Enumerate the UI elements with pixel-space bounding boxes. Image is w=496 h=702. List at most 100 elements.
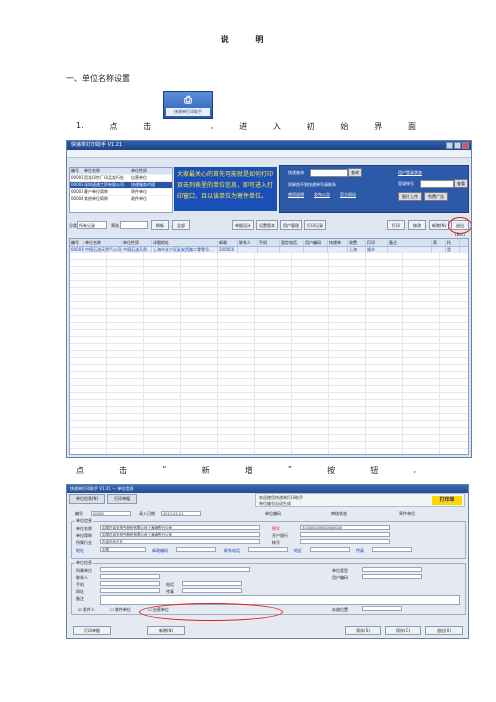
save-button[interactable]: 保存(S) [345, 626, 381, 635]
phone-field[interactable] [248, 547, 288, 552]
sender-checkbox[interactable]: ☑ 发件人 [78, 607, 95, 613]
web-field[interactable] [100, 588, 160, 593]
mobile-field[interactable] [100, 581, 160, 586]
name-label: 单位名称 [76, 526, 92, 531]
notes-field[interactable] [100, 595, 460, 605]
bank-label: 开户银行 [272, 533, 288, 538]
column-header: 固定电话 [280, 239, 304, 246]
exit-button[interactable]: 退出(X) [425, 626, 463, 635]
notice-link[interactable]: 发布公告 [314, 192, 330, 198]
table-row[interactable]: 00004 其他单位简称 收件单位 [70, 195, 172, 202]
unit-field[interactable] [100, 567, 250, 572]
account-field[interactable] [300, 539, 390, 544]
tax-label: 税号 [272, 526, 280, 531]
search-button[interactable]: 查询 [348, 168, 362, 177]
website-link[interactable]: 官方网站 [340, 192, 356, 198]
tel-field[interactable] [182, 581, 242, 586]
type-label: 寄件单位 [399, 511, 415, 516]
edit-button[interactable]: 修改 [408, 220, 426, 230]
short-name-field[interactable]: 中国石油天然气股份有限公司上海销售分公司 [100, 532, 260, 537]
save-close-button[interactable]: 保存(C) [385, 626, 421, 635]
step-2-instruction: 点 击 “ 新 增 ” 按 钮 , [76, 465, 416, 476]
region-field[interactable] [310, 547, 350, 552]
phone-label: 联系电话 [224, 548, 240, 553]
highlight-circle [139, 603, 283, 621]
step-text: 增 [244, 466, 253, 475]
cell: 00002 [71, 182, 83, 187]
table-row[interactable]: 00001 西北印钞厂印品发行处 自营单位 [70, 174, 172, 181]
user-code-label: 用户编码 [332, 575, 348, 580]
new-button[interactable]: 新增(N) [429, 220, 449, 230]
refresh-button[interactable]: 刷新 [151, 220, 169, 230]
region-label: 地区 [294, 548, 302, 553]
menu-bar [67, 150, 471, 158]
section-caption: 单位信息 [75, 560, 93, 566]
users-button[interactable]: 用户管理 [280, 220, 302, 230]
step-text: , [413, 465, 416, 474]
fax2-field[interactable] [182, 588, 242, 593]
name-field[interactable]: 中国石油天然气股份有限公司上海销售分公司 [100, 525, 260, 530]
tax-field[interactable]: 310000000000000000 [300, 525, 390, 530]
date-field[interactable]: 2013-02-21 [161, 511, 201, 516]
address-field[interactable]: 中国 [100, 547, 146, 552]
bank-field[interactable] [300, 532, 390, 537]
upload-button[interactable]: 图片上传 [398, 192, 422, 201]
number-field[interactable]: 00001 [91, 511, 131, 516]
user-code-field[interactable] [362, 574, 422, 579]
account-input[interactable] [420, 180, 454, 188]
fax-field[interactable] [372, 547, 412, 552]
column-header: 备注 [388, 239, 432, 246]
tab-unit-info[interactable]: 单位信息(N) [69, 494, 106, 504]
print-button[interactable]: 打印 [387, 220, 405, 230]
show-all-button[interactable]: 全部 [172, 220, 190, 230]
new-button[interactable]: 新增(N) [147, 626, 185, 635]
record-meta-row: 编号 00001 录入日期 2013-02-21 单位编码 审核状态 寄件单位 [69, 509, 467, 518]
step-text: 进 [239, 122, 248, 131]
cell: 其他单位简称 [84, 196, 108, 201]
section-caption: 单位信息 [75, 518, 93, 524]
edit-dialog-screenshot: 快递单打印助手 V1.21 — 单位信息 单位信息(N) 打印单据 欢迎使用快递… [66, 484, 469, 639]
category-select[interactable]: 所有记录 [77, 221, 107, 229]
print-bill-button[interactable]: 打印单据 [73, 626, 111, 635]
tab-print[interactable]: 打印单据 [107, 494, 138, 504]
unit-type-field[interactable] [362, 567, 422, 572]
table-row[interactable]: 00003 客户单位简称 寄件单位 [70, 188, 172, 195]
print-log-button[interactable]: 打印记录 [304, 220, 326, 230]
records-grid: 编号 单位名称 单位性质 详细地址 邮政 联系人 手机 固定电话 用户编码 快递… [69, 238, 469, 455]
maximize-icon[interactable] [454, 142, 461, 149]
banner-badge: 打印单 [432, 496, 462, 505]
industry-field[interactable]: 石油石化企业 [100, 539, 260, 544]
dialog-button-bar: 打印单据 新增(N) 保存(S) 保存(C) 退出(X) [69, 626, 467, 636]
account-label: 帐号 [272, 540, 280, 545]
unit-list-grid: 编号 单位名称 单位性质 00001 西北印钞厂印品发行处 自营单位 00002… [69, 167, 173, 213]
close-icon[interactable] [462, 142, 469, 149]
unit-info-section: 单位信息 单位名称 中国石油天然气股份有限公司上海销售分公司 税号 310000… [71, 518, 466, 559]
section-heading: 一、单位名称设置 [66, 74, 130, 83]
step-text: 点 [109, 122, 118, 131]
column-header: 手机 [258, 239, 280, 246]
grid-header-row: 编号 单位名称 单位性质 详细地址 邮政 联系人 手机 固定电话 用户编码 快递… [70, 239, 468, 247]
step-text: ” [287, 465, 293, 474]
design-button[interactable]: 单据设计 [232, 220, 254, 230]
step-text: 1. [76, 121, 84, 130]
help-link[interactable]: 使用说明 [288, 192, 304, 198]
person-field[interactable] [100, 574, 160, 579]
filter-input[interactable] [120, 221, 148, 229]
search-input[interactable] [310, 169, 348, 177]
search-label: 快递查询 [288, 170, 304, 175]
storage-select[interactable] [362, 606, 402, 611]
app-shortcut-icon[interactable]: ⎙ 快递单打印助手 [163, 91, 213, 119]
cell: 收件单位 [131, 196, 147, 201]
login-button[interactable]: 查看 [454, 179, 468, 188]
zip-label: 邮政编码 [152, 548, 168, 553]
format-button[interactable]: 设置版本 [256, 220, 278, 230]
step-text: 点 [76, 466, 84, 475]
receiver-checkbox[interactable]: ☐ 收件单位 [110, 607, 131, 613]
cell: 寄件单位 [131, 189, 147, 194]
window-title: 快递单打印助手 V1.21 [71, 142, 123, 148]
ad-button[interactable]: 免费广告 [424, 192, 448, 201]
table-row-selected[interactable]: 00002 深圳速通工贸有限公司 快递服务代理 [70, 181, 172, 188]
column-header: 编号 [70, 239, 84, 246]
minimize-icon[interactable] [446, 142, 453, 149]
zip-field[interactable] [176, 547, 216, 552]
